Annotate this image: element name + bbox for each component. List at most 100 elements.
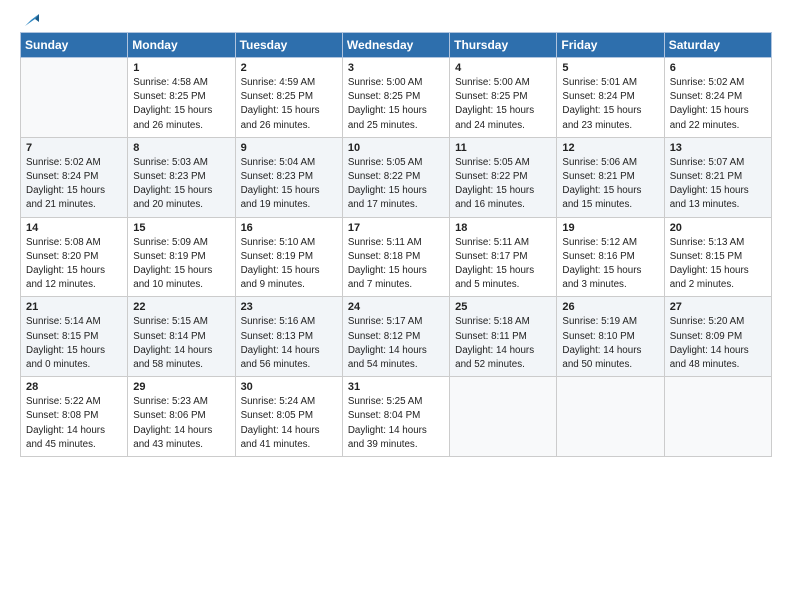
day-number: 20 (670, 222, 766, 234)
day-number: 16 (241, 222, 337, 234)
calendar-week-row: 14 Sunrise: 5:08 AM Sunset: 8:20 PM Dayli… (21, 217, 772, 297)
day-number: 28 (26, 381, 122, 393)
day-number: 26 (562, 301, 658, 313)
day-info: Sunrise: 5:10 AM Sunset: 8:19 PM Dayligh… (241, 236, 337, 293)
day-number: 9 (241, 142, 337, 154)
day-number: 2 (241, 62, 337, 74)
day-number: 31 (348, 381, 444, 393)
calendar-cell: 3Sunrise: 5:00 AM Sunset: 8:25 PM Daylig… (342, 58, 449, 138)
calendar-cell: 2Sunrise: 4:59 AM Sunset: 8:25 PM Daylig… (235, 58, 342, 138)
weekday-header: Sunday (21, 33, 128, 58)
weekday-header-row: SundayMondayTuesdayWednesdayThursdayFrid… (21, 33, 772, 58)
calendar-cell: 4 Sunrise: 5:00 AM Sunset: 8:25 PM Daylig… (450, 58, 557, 138)
day-info: Sunrise: 5:02 AM Sunset: 8:24 PM Dayligh… (26, 156, 122, 213)
calendar-cell: 31 Sunrise: 5:25 AM Sunset: 8:04 PM Dayli… (342, 377, 449, 457)
calendar-table: SundayMondayTuesdayWednesdayThursdayFrid… (20, 32, 772, 457)
day-info: Sunrise: 5:20 AM Sunset: 8:09 PM Dayligh… (670, 315, 766, 372)
day-info: Sunrise: 5:07 AM Sunset: 8:21 PM Dayligh… (670, 156, 766, 213)
day-number: 12 (562, 142, 658, 154)
calendar-cell: 24Sunrise: 5:17 AM Sunset: 8:12 PM Dayli… (342, 297, 449, 377)
day-number: 18 (455, 222, 551, 234)
day-number: 13 (670, 142, 766, 154)
calendar-cell: 22Sunrise: 5:15 AM Sunset: 8:14 PM Dayli… (128, 297, 235, 377)
day-number: 19 (562, 222, 658, 234)
day-number: 22 (133, 301, 229, 313)
calendar-cell (21, 58, 128, 138)
day-info: Sunrise: 5:06 AM Sunset: 8:21 PM Dayligh… (562, 156, 658, 213)
day-info: Sunrise: 5:22 AM Sunset: 8:08 PM Dayligh… (26, 395, 122, 452)
day-number: 29 (133, 381, 229, 393)
day-number: 17 (348, 222, 444, 234)
day-number: 1 (133, 62, 229, 74)
calendar-cell: 1 Sunrise: 4:58 AM Sunset: 8:25 PM Daylig… (128, 58, 235, 138)
day-number: 27 (670, 301, 766, 313)
calendar-cell: 13 Sunrise: 5:07 AM Sunset: 8:21 PM Dayli… (664, 137, 771, 217)
day-number: 14 (26, 222, 122, 234)
day-info: Sunrise: 5:09 AM Sunset: 8:19 PM Dayligh… (133, 236, 229, 293)
calendar-cell (557, 377, 664, 457)
calendar-cell: 28 Sunrise: 5:22 AM Sunset: 8:08 PM Dayli… (21, 377, 128, 457)
weekday-header: Saturday (664, 33, 771, 58)
calendar-cell: 20Sunrise: 5:13 AM Sunset: 8:15 PM Dayli… (664, 217, 771, 297)
calendar-cell (664, 377, 771, 457)
calendar-week-row: 1 Sunrise: 4:58 AM Sunset: 8:25 PM Daylig… (21, 58, 772, 138)
calendar-cell: 18 Sunrise: 5:11 AM Sunset: 8:17 PM Dayli… (450, 217, 557, 297)
header (20, 16, 772, 26)
calendar-page: SundayMondayTuesdayWednesdayThursdayFrid… (0, 0, 792, 612)
calendar-week-row: 21Sunrise: 5:14 AM Sunset: 8:15 PM Dayli… (21, 297, 772, 377)
calendar-cell: 29 Sunrise: 5:23 AM Sunset: 8:06 PM Dayli… (128, 377, 235, 457)
day-info: Sunrise: 5:05 AM Sunset: 8:22 PM Dayligh… (455, 156, 551, 213)
calendar-cell: 7 Sunrise: 5:02 AM Sunset: 8:24 PM Daylig… (21, 137, 128, 217)
day-info: Sunrise: 5:24 AM Sunset: 8:05 PM Dayligh… (241, 395, 337, 452)
weekday-header: Monday (128, 33, 235, 58)
calendar-cell: 14 Sunrise: 5:08 AM Sunset: 8:20 PM Dayli… (21, 217, 128, 297)
day-info: Sunrise: 5:18 AM Sunset: 8:11 PM Dayligh… (455, 315, 551, 372)
calendar-cell: 5 Sunrise: 5:01 AM Sunset: 8:24 PM Daylig… (557, 58, 664, 138)
calendar-cell: 30Sunrise: 5:24 AM Sunset: 8:05 PM Dayli… (235, 377, 342, 457)
calendar-cell: 16 Sunrise: 5:10 AM Sunset: 8:19 PM Dayli… (235, 217, 342, 297)
calendar-cell: 23 Sunrise: 5:16 AM Sunset: 8:13 PM Dayli… (235, 297, 342, 377)
day-info: Sunrise: 5:05 AM Sunset: 8:22 PM Dayligh… (348, 156, 444, 213)
weekday-header: Tuesday (235, 33, 342, 58)
day-info: Sunrise: 5:03 AM Sunset: 8:23 PM Dayligh… (133, 156, 229, 213)
day-info: Sunrise: 5:19 AM Sunset: 8:10 PM Dayligh… (562, 315, 658, 372)
calendar-week-row: 7 Sunrise: 5:02 AM Sunset: 8:24 PM Daylig… (21, 137, 772, 217)
day-number: 10 (348, 142, 444, 154)
calendar-cell: 17 Sunrise: 5:11 AM Sunset: 8:18 PM Dayli… (342, 217, 449, 297)
calendar-cell: 8Sunrise: 5:03 AM Sunset: 8:23 PM Daylig… (128, 137, 235, 217)
calendar-cell: 27 Sunrise: 5:20 AM Sunset: 8:09 PM Dayli… (664, 297, 771, 377)
day-number: 25 (455, 301, 551, 313)
calendar-cell: 19Sunrise: 5:12 AM Sunset: 8:16 PM Dayli… (557, 217, 664, 297)
day-info: Sunrise: 5:11 AM Sunset: 8:17 PM Dayligh… (455, 236, 551, 293)
calendar-cell: 12 Sunrise: 5:06 AM Sunset: 8:21 PM Dayli… (557, 137, 664, 217)
day-info: Sunrise: 5:01 AM Sunset: 8:24 PM Dayligh… (562, 76, 658, 133)
day-number: 5 (562, 62, 658, 74)
day-number: 11 (455, 142, 551, 154)
calendar-cell: 25 Sunrise: 5:18 AM Sunset: 8:11 PM Dayli… (450, 297, 557, 377)
calendar-cell: 9Sunrise: 5:04 AM Sunset: 8:23 PM Daylig… (235, 137, 342, 217)
day-number: 6 (670, 62, 766, 74)
day-number: 4 (455, 62, 551, 74)
day-info: Sunrise: 4:58 AM Sunset: 8:25 PM Dayligh… (133, 76, 229, 133)
logo-bird-icon (21, 12, 39, 30)
day-info: Sunrise: 5:02 AM Sunset: 8:24 PM Dayligh… (670, 76, 766, 133)
day-number: 7 (26, 142, 122, 154)
calendar-week-row: 28 Sunrise: 5:22 AM Sunset: 8:08 PM Dayli… (21, 377, 772, 457)
day-number: 3 (348, 62, 444, 74)
day-number: 21 (26, 301, 122, 313)
day-info: Sunrise: 5:25 AM Sunset: 8:04 PM Dayligh… (348, 395, 444, 452)
day-number: 15 (133, 222, 229, 234)
day-info: Sunrise: 5:08 AM Sunset: 8:20 PM Dayligh… (26, 236, 122, 293)
calendar-cell (450, 377, 557, 457)
day-info: Sunrise: 5:11 AM Sunset: 8:18 PM Dayligh… (348, 236, 444, 293)
calendar-cell: 11 Sunrise: 5:05 AM Sunset: 8:22 PM Dayli… (450, 137, 557, 217)
calendar-cell: 10 Sunrise: 5:05 AM Sunset: 8:22 PM Dayli… (342, 137, 449, 217)
day-number: 23 (241, 301, 337, 313)
day-info: Sunrise: 5:16 AM Sunset: 8:13 PM Dayligh… (241, 315, 337, 372)
calendar-cell: 26 Sunrise: 5:19 AM Sunset: 8:10 PM Dayli… (557, 297, 664, 377)
day-info: Sunrise: 5:00 AM Sunset: 8:25 PM Dayligh… (455, 76, 551, 133)
calendar-cell: 6 Sunrise: 5:02 AM Sunset: 8:24 PM Daylig… (664, 58, 771, 138)
weekday-header: Wednesday (342, 33, 449, 58)
day-info: Sunrise: 5:23 AM Sunset: 8:06 PM Dayligh… (133, 395, 229, 452)
day-info: Sunrise: 5:17 AM Sunset: 8:12 PM Dayligh… (348, 315, 444, 372)
